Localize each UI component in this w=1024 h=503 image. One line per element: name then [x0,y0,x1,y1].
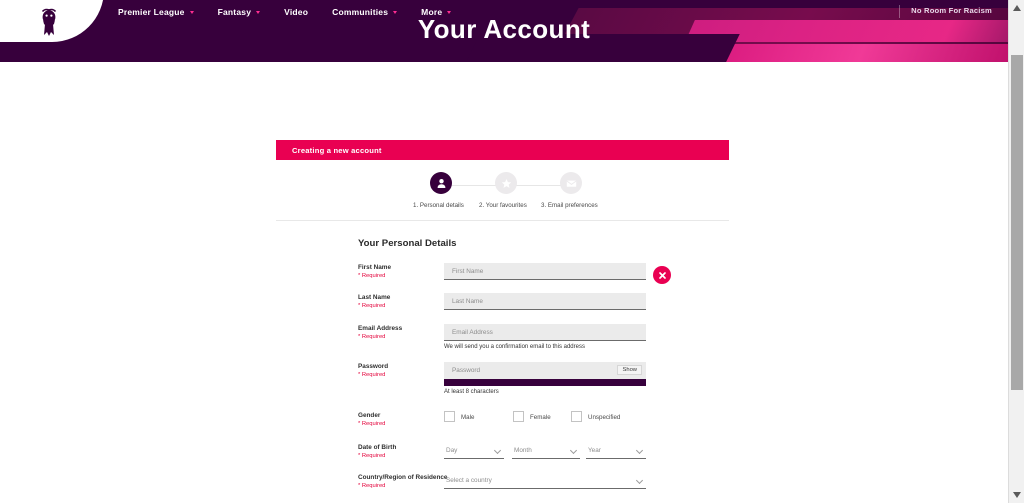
chevron-down-icon [190,11,194,14]
gender-required: * Required [358,421,385,427]
nav-item-label: Fantasy [218,7,252,17]
gender-checkbox-unspecified[interactable] [571,411,582,422]
email-required: * Required [358,334,385,340]
email-input[interactable]: Email Address [444,324,646,341]
nav-item-premier-league[interactable]: Premier League [118,7,194,17]
nav-item-fantasy[interactable]: Fantasy [218,7,261,17]
star-icon [501,178,512,189]
main-navigation: Premier League Fantasy Video Communities… [118,0,451,24]
no-room-for-racism-link[interactable]: No Room For Racism [911,6,992,15]
password-placeholder: Password [452,367,480,374]
last-name-input[interactable]: Last Name [444,293,646,310]
nav-item-more[interactable]: More [421,7,451,17]
country-required: * Required [358,483,385,489]
nav-item-label: More [421,7,442,17]
chevron-down-icon [636,447,643,454]
dob-month-value: Month [514,447,532,454]
email-placeholder: Email Address [452,329,493,336]
scroll-up-arrow-icon[interactable] [1009,0,1024,16]
dob-required: * Required [358,453,385,459]
first-name-label: First Name [358,264,391,271]
gender-label-unspecified: Unspecified [588,414,620,421]
header-graphic-shape-3 [594,44,1008,62]
scrollbar-thumb[interactable] [1011,55,1023,390]
stepper-step-1[interactable] [430,172,452,194]
page-content: Premier League Fantasy Video Communities… [0,0,1008,503]
stepper-label-2: 2. Your favourites [479,202,527,209]
dob-year-value: Year [588,447,601,454]
browser-viewport: Premier League Fantasy Video Communities… [0,0,1024,503]
creating-account-banner: Creating a new account [276,140,729,160]
nav-item-communities[interactable]: Communities [332,7,397,17]
progress-stepper: 1. Personal details 2. Your favourites 3… [276,172,729,218]
error-x-icon[interactable] [653,266,671,284]
country-select[interactable]: Select a country [444,472,646,489]
password-label: Password [358,363,388,370]
divider-top [276,220,729,221]
form-section-title: Your Personal Details [358,238,456,249]
email-hint: We will send you a confirmation email to… [444,344,585,350]
person-icon [436,178,447,189]
stepper-labels: 1. Personal details 2. Your favourites 3… [276,200,729,214]
premier-league-lion-icon[interactable] [36,8,62,38]
gender-label-male: Male [461,414,474,421]
dob-day-select[interactable]: Day [444,442,504,459]
password-strength-bar [444,379,646,386]
envelope-icon [566,178,577,189]
gender-checkbox-male[interactable] [444,411,455,422]
first-name-input[interactable]: First Name [444,263,646,280]
scroll-down-arrow-icon[interactable] [1009,487,1024,503]
chevron-down-icon [447,11,451,14]
country-label: Country/Region of Residence [358,474,447,481]
dob-label: Date of Birth [358,444,396,451]
gender-label: Gender [358,412,380,419]
stepper-label-3: 3. Email preferences [541,202,598,209]
stepper-step-2[interactable] [495,172,517,194]
last-name-label: Last Name [358,294,390,301]
password-required: * Required [358,372,385,378]
nav-item-label: Communities [332,7,388,17]
first-name-placeholder: First Name [452,268,483,275]
password-input[interactable]: Password Show [444,362,646,379]
chevron-down-icon [570,447,577,454]
site-header: Premier League Fantasy Video Communities… [0,0,1008,62]
gender-label-female: Female [530,414,551,421]
first-name-required: * Required [358,273,385,279]
nav-item-label: Video [284,7,308,17]
stepper-track [276,172,729,200]
gender-checkbox-female[interactable] [513,411,524,422]
nav-item-video[interactable]: Video [284,7,308,17]
dob-year-select[interactable]: Year [586,442,646,459]
show-password-button[interactable]: Show [617,365,642,375]
banner-label: Creating a new account [292,146,382,155]
nav-item-label: Premier League [118,7,185,17]
stepper-step-3[interactable] [560,172,582,194]
last-name-placeholder: Last Name [452,298,483,305]
chevron-down-icon [393,11,397,14]
stepper-label-1: 1. Personal details [413,202,464,209]
password-hint: At least 8 characters [444,389,499,395]
dob-day-value: Day [446,447,457,454]
chevron-down-icon [256,11,260,14]
last-name-required: * Required [358,303,385,309]
chevron-down-icon [636,477,643,484]
vertical-scrollbar[interactable] [1008,0,1024,503]
email-label: Email Address [358,325,402,332]
dob-month-select[interactable]: Month [512,442,580,459]
chevron-down-icon [494,447,501,454]
country-value: Select a country [446,477,492,484]
